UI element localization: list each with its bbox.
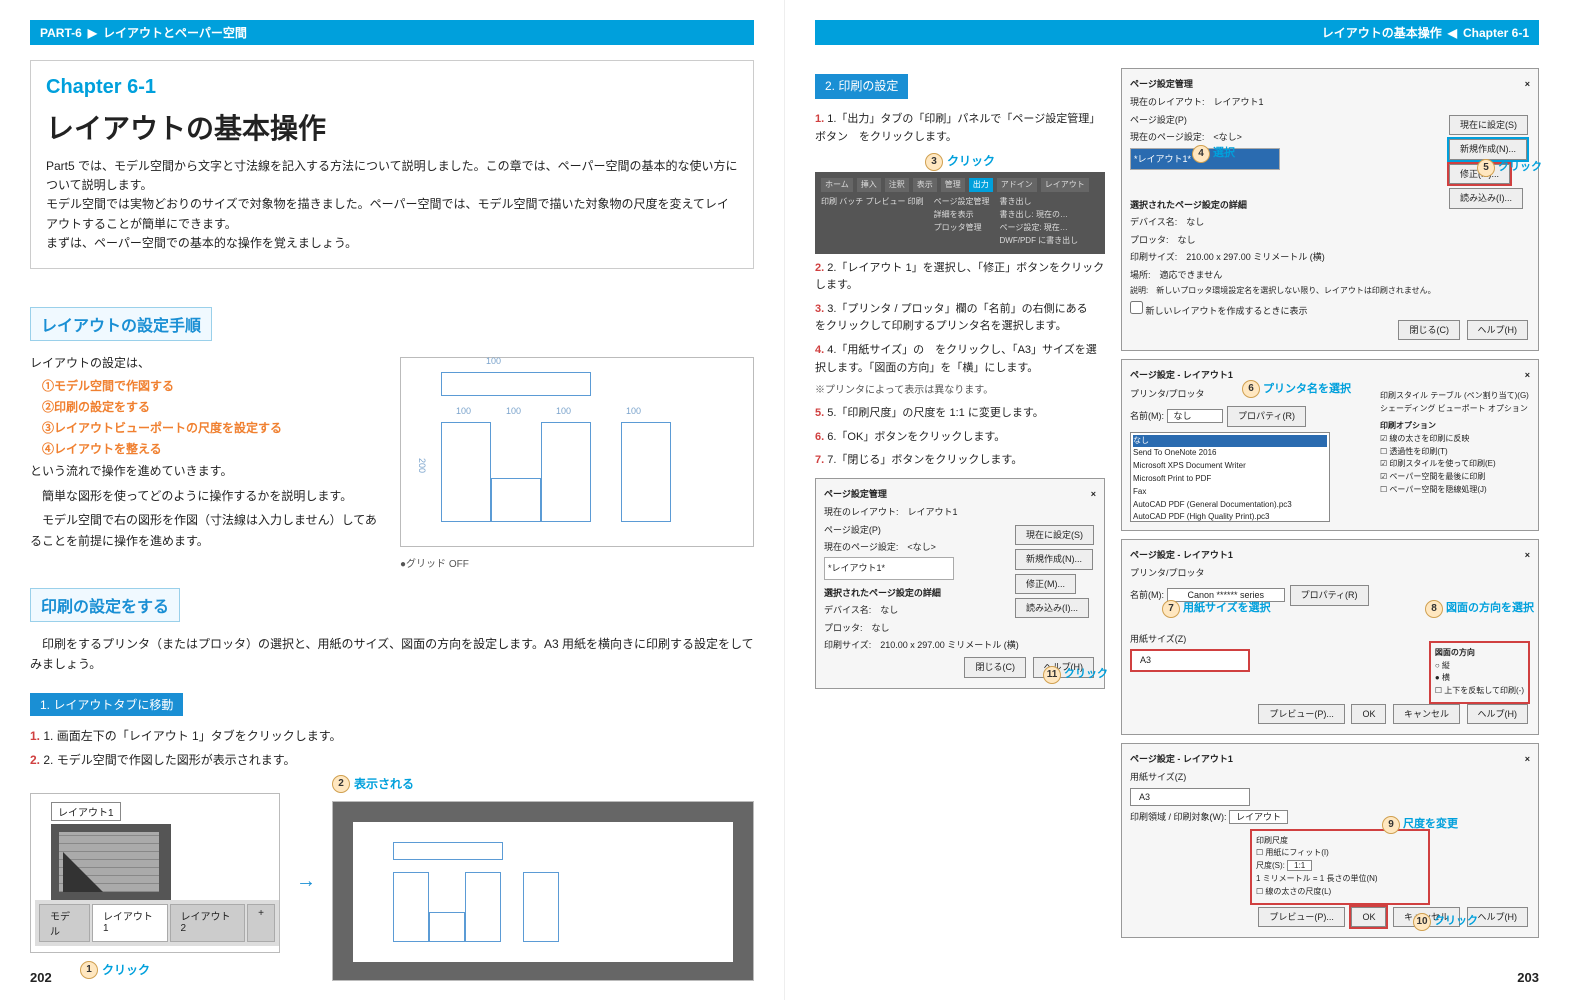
page-setup-dialog-1: ページ設定管理× 現在のレイアウト: レイアウト1 ページ設定(P) 現在のペー…: [1121, 68, 1539, 351]
tab-plus[interactable]: +: [247, 904, 275, 942]
chapter-box: Chapter 6-1 レイアウトの基本操作 Part5 では、モデル空間から文…: [30, 60, 754, 269]
tab-model[interactable]: モデル: [39, 904, 90, 942]
callout-1: 1 クリック: [80, 961, 150, 979]
dim-w1: 100: [456, 406, 471, 416]
close-icon[interactable]: ×: [1091, 487, 1096, 501]
layout-preview: [332, 801, 754, 981]
lead-text: レイアウトの設定は、: [30, 353, 384, 373]
section-heading-1: レイアウトの設定手順: [30, 307, 212, 341]
dim-top: 100: [486, 356, 501, 366]
after-3: モデル空間で右の図形を作図（寸法線は入力しません）してあることを前提に操作を進め…: [30, 510, 384, 551]
close-icon[interactable]: ×: [1525, 368, 1530, 382]
after-2: 簡単な図形を使ってどのように操作するかを説明します。: [30, 486, 384, 506]
callout-2: 2 表示される: [332, 775, 414, 793]
ribbon-screenshot: ホーム 挿入 注釈 表示 管理 出力 アドイン レイアウト 印刷 バッチ プレビ…: [815, 172, 1105, 254]
sub-heading-2: 2. 印刷の設定: [815, 74, 908, 99]
instr-5: 5. 5.「印刷尺度」の尺度を 1:1 に変更します。: [815, 405, 1105, 423]
instr-6: 6. 6.「OK」ボタンをクリックします。: [815, 429, 1105, 447]
close-icon[interactable]: ×: [1525, 77, 1530, 91]
instr-3: 3. 3.「プリンタ / プロッタ」欄の「名前」の右側にある をクリックして印刷…: [815, 301, 1105, 336]
dim-gap: 100: [626, 406, 641, 416]
chevron-left-icon: ◀: [1448, 26, 1457, 40]
close-icon[interactable]: ×: [1525, 752, 1530, 766]
sec2-s1: 1. 1. 画面左下の「レイアウト 1」タブをクリックします。: [30, 726, 754, 746]
close-icon[interactable]: ×: [1525, 548, 1530, 562]
layout-badge: レイアウト1: [51, 802, 121, 821]
step-3: ③レイアウトビューポートの尺度を設定する: [42, 419, 384, 436]
chapter-intro: Part5 では、モデル空間から文字と寸法線を記入する方法について説明しました。…: [46, 157, 738, 253]
instr-7: 7. 7.「閉じる」ボタンをクリックします。: [815, 452, 1105, 470]
callout-3: 3 クリック: [925, 152, 995, 171]
grid-caption: ●グリッド OFF: [400, 555, 754, 570]
chevron-right-icon: ▶: [88, 26, 97, 40]
sub-heading-1: 1. レイアウトタブに移動: [30, 693, 183, 716]
header-left: PART-6 ▶ レイアウトとペーパー空間: [30, 20, 754, 45]
sec2-lead: 印刷をするプリンタ（またはプロッタ）の選択と、用紙のサイズ、図面の方向を設定しま…: [30, 634, 754, 675]
instr-1: 1. 1.「出力」タブの「印刷」パネルで「ページ設定管理」ボタン をクリックしま…: [815, 111, 1105, 146]
sec2-s2: 2. 2. モデル空間で作図した図形が表示されます。: [30, 750, 754, 770]
dim-w3: 100: [556, 406, 571, 416]
printer-list[interactable]: なし Send To OneNote 2016Microsoft XPS Doc…: [1130, 432, 1330, 522]
header-right-title: レイアウトの基本操作: [1322, 24, 1442, 41]
chapter-title: レイアウトの基本操作: [46, 107, 738, 147]
header-title: レイアウトとペーパー空間: [103, 24, 247, 41]
header-right-chapter: Chapter 6-1: [1463, 26, 1529, 40]
page-number-right: 203: [1517, 970, 1539, 985]
dim-h: 200: [417, 458, 427, 473]
arrow-icon: →: [296, 870, 316, 893]
part-label: PART-6: [40, 26, 82, 40]
dim-w2: 100: [506, 406, 521, 416]
tab-layout2[interactable]: レイアウト2: [170, 904, 246, 942]
page-setup-printer-dialog: ページ設定 - レイアウト1× 6プリンタ名を選択 プリンタ/プロッタ 名前(M…: [1121, 359, 1539, 530]
instr-4: 4. 4.「用紙サイズ」の をクリックし、「A3」サイズを選択します。「図面の方…: [815, 342, 1105, 377]
note-printer: ※プリンタによって表示は異なります。: [815, 383, 1105, 399]
page-setup-dialog-2: ページ設定管理× 現在のレイアウト: レイアウト1 ページ設定(P) 現在のペー…: [815, 478, 1105, 689]
tab-figure: レイアウト1 モデル レイアウト1 レイアウト2 +: [30, 793, 280, 953]
header-right: レイアウトの基本操作 ◀ Chapter 6-1: [815, 20, 1539, 45]
page-number-left: 202: [30, 970, 52, 985]
tab-bar: モデル レイアウト1 レイアウト2 +: [35, 900, 279, 946]
after-1: という流れで操作を進めていきます。: [30, 461, 384, 481]
page-setup-scale-dialog: ページ設定 - レイアウト1× 用紙サイズ(Z) A3 9尺度を変更 印刷領域 …: [1121, 743, 1539, 938]
chapter-label: Chapter 6-1: [46, 76, 738, 99]
step-2: ②印刷の設定をする: [42, 398, 384, 415]
tab-layout1[interactable]: レイアウト1: [92, 904, 168, 942]
cad-figure: 100 100 100 100 100 200: [400, 357, 754, 547]
step-4: ④レイアウトを整える: [42, 440, 384, 457]
page-setup-paper-dialog: ページ設定 - レイアウト1× 7用紙サイズを選択 8図面の方向を選択 プリンタ…: [1121, 539, 1539, 735]
instr-2: 2. 2.「レイアウト 1」を選択し、「修正」ボタンをクリックします。: [815, 260, 1105, 295]
section-heading-2: 印刷の設定をする: [30, 588, 180, 622]
step-1: ①モデル空間で作図する: [42, 377, 384, 394]
